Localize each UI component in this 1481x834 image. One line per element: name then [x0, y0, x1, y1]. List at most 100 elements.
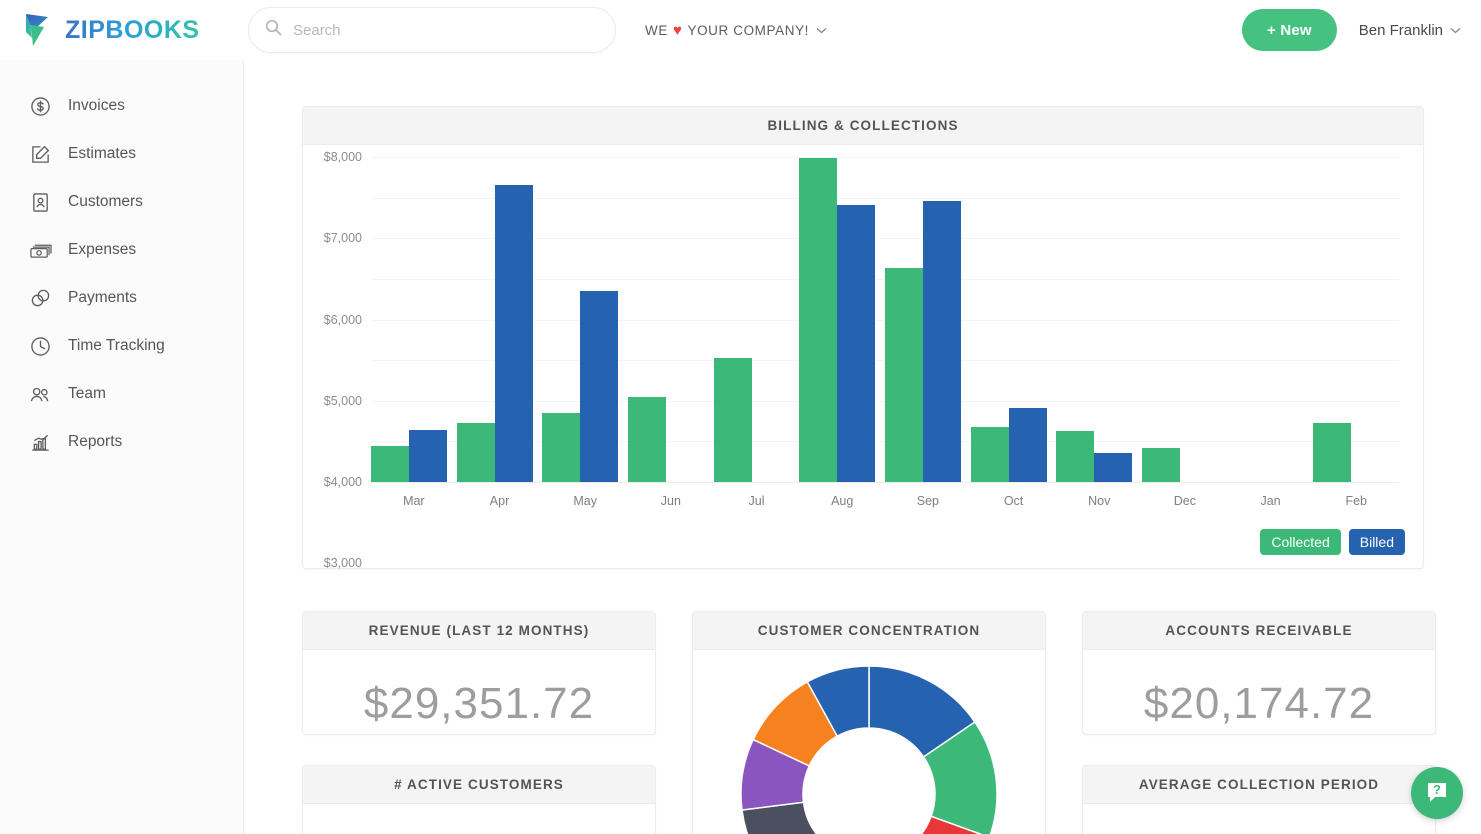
legend-collected[interactable]: Collected — [1260, 529, 1340, 555]
sidebar-item-reports[interactable]: Reports — [0, 418, 243, 466]
money-stack-icon — [27, 237, 53, 263]
chart-x-tick-label: Oct — [971, 494, 1057, 508]
active-customers-value: 9 — [303, 804, 655, 834]
brand[interactable]: ZIPBOOKS — [0, 12, 244, 48]
sidebar-item-label: Time Tracking — [68, 337, 165, 355]
legend-billed[interactable]: Billed — [1349, 529, 1405, 555]
chart-x-tick-label: Jan — [1228, 494, 1314, 508]
sidebar-item-time-tracking[interactable]: Time Tracking — [0, 322, 243, 370]
search-input[interactable] — [293, 22, 599, 39]
billing-chart-plot: $8,000$7,000$6,000$5,000$4,000$3,000$2,0… — [371, 157, 1399, 482]
search-box[interactable] — [248, 7, 616, 53]
chart-x-tick-label: Apr — [457, 494, 543, 508]
sidebar-item-expenses[interactable]: Expenses — [0, 226, 243, 274]
chart-y-tick-label: $5,000 — [324, 394, 362, 408]
chart-bar[interactable] — [885, 268, 923, 483]
svg-text:?: ? — [1433, 782, 1441, 797]
clock-icon — [27, 333, 53, 359]
coins-icon — [27, 285, 53, 311]
chart-x-tick-label: Nov — [1056, 494, 1142, 508]
company-switcher[interactable]: WE ♥ YOUR COMPANY! — [645, 23, 827, 38]
chart-bar-group — [628, 157, 714, 482]
bar-chart-icon — [27, 429, 53, 455]
active-customers-card: # ACTIVE CUSTOMERS 9 — [302, 765, 656, 834]
sidebar-item-label: Invoices — [68, 97, 125, 115]
chart-bar-group — [1228, 157, 1314, 482]
new-button[interactable]: + New — [1242, 9, 1337, 51]
sidebar-item-label: Team — [68, 385, 106, 403]
help-chat-button[interactable]: ? — [1411, 767, 1463, 819]
people-icon — [27, 381, 53, 407]
chart-bar[interactable] — [457, 423, 495, 482]
chart-bar[interactable] — [714, 358, 752, 482]
revenue-card: REVENUE (LAST 12 MONTHS) $29,351.72 — [302, 611, 656, 735]
company-prefix: WE — [645, 23, 668, 38]
chart-bar-groups — [371, 157, 1399, 482]
chevron-down-icon — [1450, 23, 1461, 37]
chart-bar[interactable] — [971, 427, 1009, 482]
chart-bar-group — [542, 157, 628, 482]
revenue-value: $29,351.72 — [303, 650, 655, 726]
chart-bar[interactable] — [1094, 453, 1132, 482]
donut-chart-svg — [739, 664, 999, 834]
chart-bar[interactable] — [371, 446, 409, 482]
sidebar-item-label: Expenses — [68, 241, 136, 259]
sidebar-item-label: Reports — [68, 433, 122, 451]
accounts-receivable-card: ACCOUNTS RECEIVABLE $20,174.72 — [1082, 611, 1436, 735]
chart-bar-group — [971, 157, 1057, 482]
chart-bar[interactable] — [923, 201, 961, 482]
chart-y-tick-label: $6,000 — [324, 313, 362, 327]
chart-x-tick-label: May — [542, 494, 628, 508]
chart-x-tick-label: Jun — [628, 494, 714, 508]
heart-icon: ♥ — [673, 23, 683, 38]
customer-concentration-title: CUSTOMER CONCENTRATION — [693, 612, 1045, 650]
sidebar-item-team[interactable]: Team — [0, 370, 243, 418]
average-collection-period-value: 151.5 days — [1083, 804, 1435, 834]
user-name: Ben Franklin — [1359, 22, 1443, 39]
chart-bar[interactable] — [1313, 423, 1351, 482]
chart-bar[interactable] — [837, 205, 875, 482]
chart-bar-group — [371, 157, 457, 482]
chevron-down-icon — [816, 23, 827, 37]
sidebar-item-label: Estimates — [68, 145, 136, 163]
revenue-card-title: REVENUE (LAST 12 MONTHS) — [303, 612, 655, 650]
sidebar-item-customers[interactable]: Customers — [0, 178, 243, 226]
chart-bar[interactable] — [495, 185, 533, 482]
chart-bar-group — [1313, 157, 1399, 482]
chart-y-tick-label: $3,000 — [324, 556, 362, 570]
chart-x-tick-label: Aug — [799, 494, 885, 508]
chart-x-tick-label: Mar — [371, 494, 457, 508]
chart-bar[interactable] — [628, 397, 666, 482]
chart-bar-group — [885, 157, 971, 482]
help-chat-icon: ? — [1424, 779, 1450, 808]
billing-chart: $8,000$7,000$6,000$5,000$4,000$3,000$2,0… — [303, 145, 1423, 569]
chart-bar[interactable] — [409, 430, 447, 482]
donut-chart — [693, 650, 1045, 834]
sidebar-item-estimates[interactable]: Estimates — [0, 130, 243, 178]
sidebar-item-payments[interactable]: Payments — [0, 274, 243, 322]
chart-x-axis: MarAprMayJunJulAugSepOctNovDecJanFeb — [371, 494, 1399, 508]
chart-x-tick-label: Jul — [714, 494, 800, 508]
chart-bar[interactable] — [580, 291, 618, 482]
sidebar-item-invoices[interactable]: Invoices — [0, 82, 243, 130]
top-right-actions: + New Ben Franklin — [1242, 0, 1461, 60]
user-menu[interactable]: Ben Franklin — [1359, 22, 1461, 39]
sidebar-item-label: Payments — [68, 289, 137, 307]
top-bar: ZIPBOOKS WE ♥ YOUR COMPANY! + New Ben Fr… — [0, 0, 1481, 60]
dollar-circle-icon — [27, 93, 53, 119]
chart-bar[interactable] — [1142, 448, 1180, 482]
sidebar-item-label: Customers — [68, 193, 143, 211]
zipbooks-logo-icon — [22, 12, 56, 48]
chart-bar[interactable] — [1009, 408, 1047, 482]
chart-bar-group — [1056, 157, 1142, 482]
chart-bar[interactable] — [542, 413, 580, 482]
billing-collections-card: BILLING & COLLECTIONS $8,000$7,000$6,000… — [302, 106, 1424, 569]
search-icon — [265, 19, 293, 41]
chart-bar[interactable] — [799, 158, 837, 482]
chart-bar-group — [1142, 157, 1228, 482]
chart-bar[interactable] — [1056, 431, 1094, 482]
average-collection-period-title: AVERAGE COLLECTION PERIOD — [1083, 766, 1435, 804]
main-content: BILLING & COLLECTIONS $8,000$7,000$6,000… — [244, 60, 1481, 834]
chart-bar-group — [714, 157, 800, 482]
chart-bar-group — [799, 157, 885, 482]
